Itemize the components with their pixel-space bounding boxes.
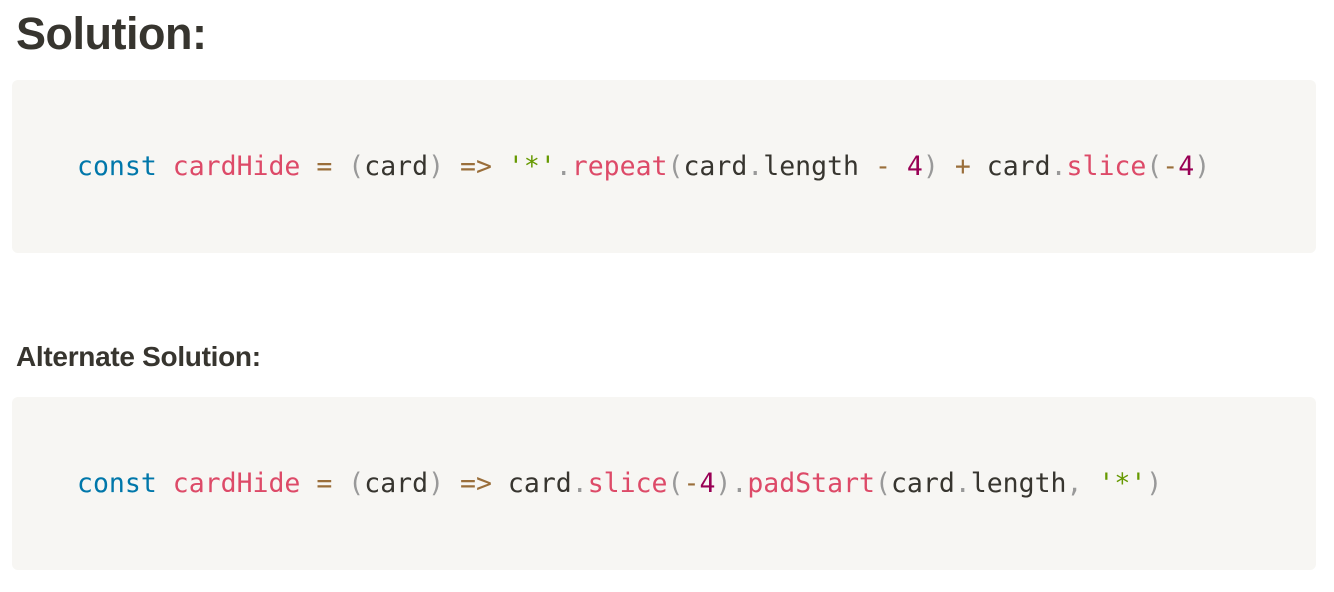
code-token-op: - [874, 151, 891, 182]
code-token-punc: . [555, 151, 572, 182]
code-token-id [157, 468, 173, 499]
code-token-punc: ) [715, 468, 732, 499]
code-token-punc: ) [1194, 151, 1211, 182]
code-token-punc: ( [667, 468, 684, 499]
code-token-op: = [316, 151, 333, 182]
code-token-punc: . [731, 468, 748, 499]
code-token-num: 4 [699, 468, 716, 499]
code-token-fn: slice [1066, 151, 1147, 182]
code-token-fn: repeat [571, 151, 668, 182]
code-token-id [157, 151, 173, 182]
alternate-solution-code-line: const cardHide = (card) => card.slice(-4… [77, 467, 1162, 501]
code-token-id: card [507, 468, 572, 499]
code-token-num: 4 [1178, 151, 1195, 182]
code-token-op: = [316, 468, 333, 499]
code-token-id [444, 151, 460, 182]
code-token-id [300, 151, 316, 182]
solution-code-line: const cardHide = (card) => '*'.repeat(ca… [77, 150, 1210, 184]
code-token-id [444, 468, 460, 499]
code-token-str: '*' [507, 151, 556, 182]
alternate-solution-heading: Alternate Solution: [16, 341, 261, 372]
code-token-id: length [763, 151, 859, 182]
code-token-id: length [970, 468, 1067, 499]
code-token-id [1082, 468, 1098, 499]
code-token-id [939, 151, 955, 182]
code-token-fn: cardHide [172, 468, 301, 499]
code-token-id [859, 151, 875, 182]
code-token-fn: padStart [747, 468, 875, 499]
code-token-op: - [683, 468, 700, 499]
code-token-id [300, 468, 316, 499]
code-token-op: - [1162, 151, 1179, 182]
code-token-punc: . [571, 468, 588, 499]
code-token-id: card [890, 468, 955, 499]
code-token-punc: ) [922, 151, 939, 182]
code-token-id [492, 468, 508, 499]
code-token-punc: , [1066, 468, 1083, 499]
code-token-str: '*' [1098, 468, 1147, 499]
code-token-punc: ) [1146, 468, 1163, 499]
code-token-kw: const [77, 151, 157, 182]
code-token-op: + [954, 151, 971, 182]
code-token-punc: ( [348, 151, 365, 182]
code-token-punc: ) [428, 468, 445, 499]
code-token-op: => [460, 468, 492, 499]
code-token-id: card [683, 151, 748, 182]
code-token-punc: ( [348, 468, 365, 499]
code-token-fn: cardHide [172, 151, 301, 182]
code-token-punc: ( [874, 468, 891, 499]
code-token-id: card [986, 151, 1051, 182]
code-token-punc: . [1050, 151, 1067, 182]
code-token-num: 4 [906, 151, 923, 182]
code-token-id: card [364, 151, 429, 182]
code-token-punc: . [954, 468, 971, 499]
code-token-id [332, 468, 348, 499]
code-token-fn: slice [587, 468, 668, 499]
code-token-id [332, 151, 348, 182]
code-token-id [492, 151, 508, 182]
code-token-punc: ( [1146, 151, 1163, 182]
alternate-solution-code-block[interactable]: const cardHide = (card) => card.slice(-4… [12, 397, 1316, 570]
solution-code-block[interactable]: const cardHide = (card) => '*'.repeat(ca… [12, 80, 1316, 253]
code-token-id [971, 151, 987, 182]
code-token-kw: const [77, 468, 157, 499]
code-token-id: card [364, 468, 429, 499]
code-token-punc: ( [667, 151, 684, 182]
solution-heading: Solution: [16, 8, 207, 59]
code-token-punc: . [747, 151, 764, 182]
code-token-id [891, 151, 907, 182]
code-token-op: => [460, 151, 492, 182]
code-token-punc: ) [428, 151, 445, 182]
